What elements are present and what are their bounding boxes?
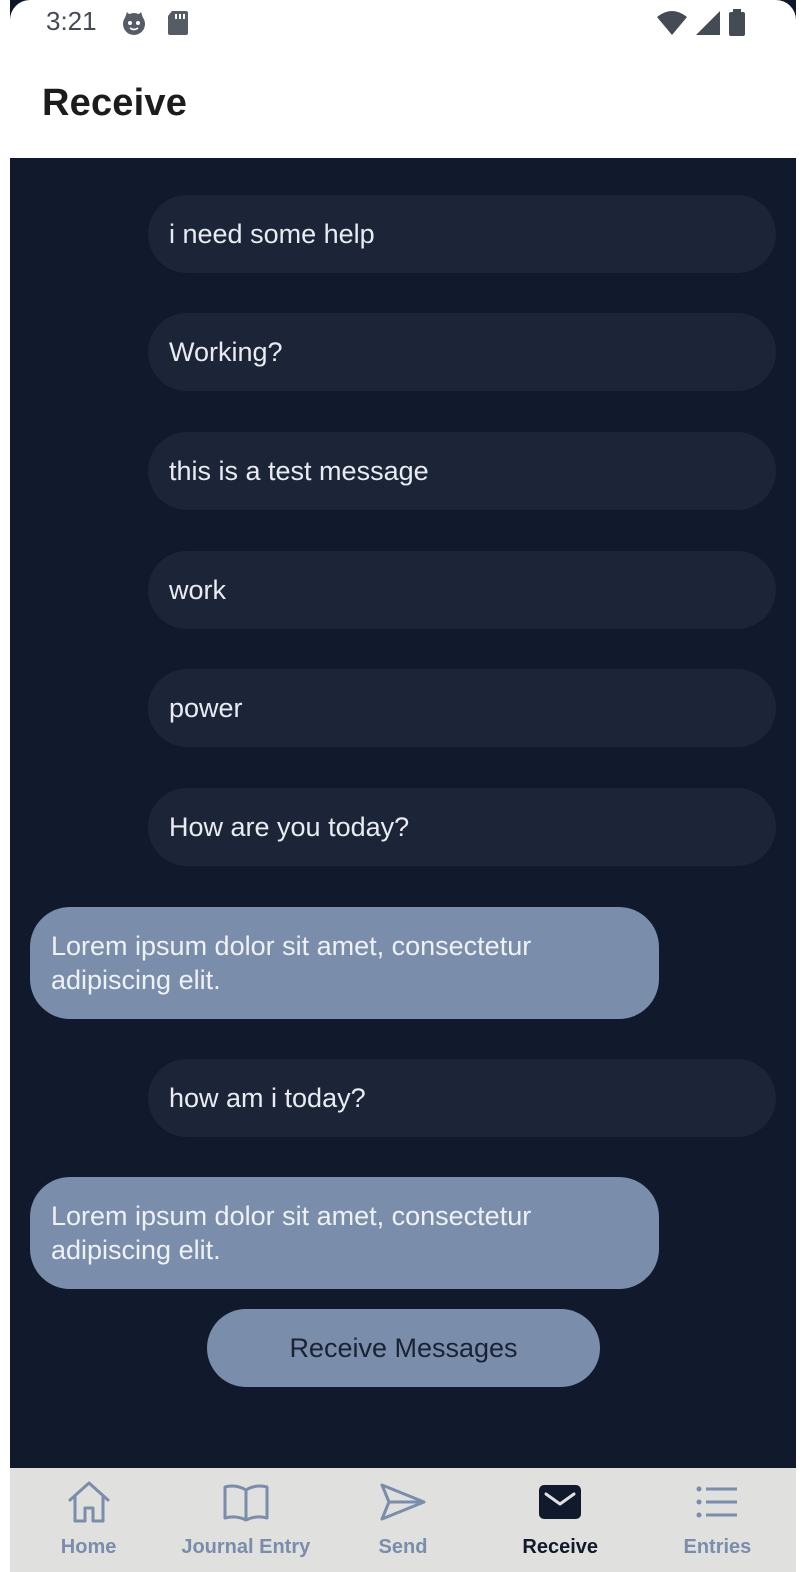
battery-icon: [728, 9, 746, 42]
nav-item-entries[interactable]: Entries: [639, 1468, 796, 1572]
status-time: 3:21: [46, 6, 97, 36]
sent-message-bubble: how am i today?: [148, 1059, 776, 1137]
message-text: i need some help: [169, 218, 375, 249]
nav-label: Send: [378, 1536, 428, 1558]
message-text: Working?: [169, 336, 283, 367]
status-icons-left: [120, 9, 190, 42]
bottom-navigation: Home Journal Entry Send Receive Entries: [10, 1468, 796, 1572]
sent-message-bubble: power: [148, 669, 776, 747]
page-title: Receive: [42, 82, 188, 124]
nav-label: Entries: [683, 1536, 752, 1558]
app-bar: Receive: [10, 48, 796, 158]
sent-message-bubble: How are you today?: [148, 788, 776, 866]
status-bar: 3:21: [10, 0, 796, 48]
message-text: this is a test message: [169, 455, 429, 486]
nav-label: Receive: [522, 1536, 599, 1558]
book-icon: [222, 1478, 270, 1526]
sent-message-bubble: Working?: [148, 313, 776, 391]
message-text: Lorem ipsum dolor sit amet, consectetur …: [51, 931, 532, 995]
message-list[interactable]: i need some help Working? this is a test…: [10, 158, 796, 1468]
received-message-bubble: Lorem ipsum dolor sit amet, consectetur …: [30, 1177, 659, 1289]
sent-message-bubble: this is a test message: [148, 432, 776, 510]
nav-label: Home: [60, 1536, 117, 1558]
cat-face-icon: [120, 9, 148, 42]
wifi-icon: [656, 9, 688, 42]
send-icon: [379, 1478, 427, 1526]
signal-icon: [694, 9, 722, 42]
nav-item-home[interactable]: Home: [10, 1468, 167, 1572]
message-text: power: [169, 692, 243, 723]
status-icons-right: [656, 9, 746, 42]
message-text: how am i today?: [169, 1082, 366, 1113]
device-screen: 3:21 Receive i need some help Working? t…: [10, 0, 796, 1572]
sent-message-bubble: work: [148, 551, 776, 629]
nav-item-journal-entry[interactable]: Journal Entry: [167, 1468, 324, 1572]
nav-label: Journal Entry: [181, 1536, 311, 1558]
nav-item-receive[interactable]: Receive: [482, 1468, 639, 1572]
sent-message-bubble: i need some help: [148, 195, 776, 273]
received-message-bubble: Lorem ipsum dolor sit amet, consectetur …: [30, 907, 659, 1019]
message-text: work: [169, 574, 227, 605]
sd-card-icon: [166, 9, 190, 42]
message-text: How are you today?: [169, 811, 410, 842]
list-icon: [693, 1478, 741, 1526]
home-icon: [65, 1478, 113, 1526]
message-text: Lorem ipsum dolor sit amet, consectetur …: [51, 1201, 532, 1265]
nav-item-send[interactable]: Send: [324, 1468, 481, 1572]
mail-icon: [536, 1478, 584, 1526]
receive-messages-button[interactable]: Receive Messages: [207, 1309, 600, 1387]
